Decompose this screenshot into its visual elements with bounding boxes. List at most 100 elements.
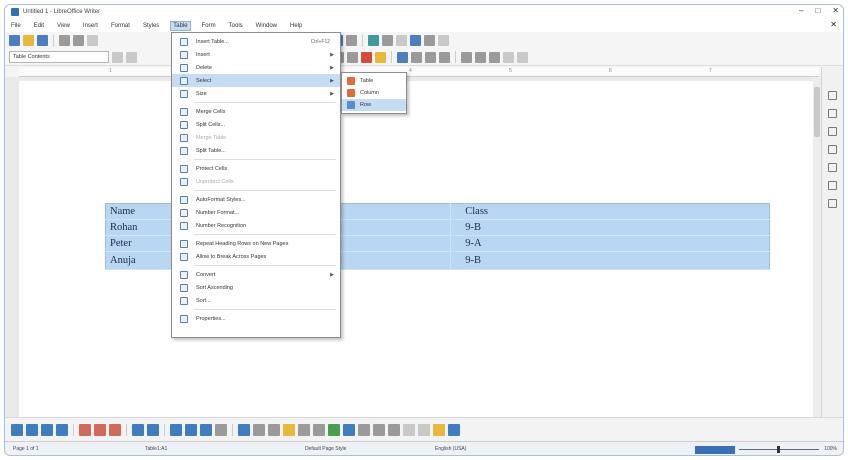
menu-table[interactable]: Table (170, 20, 191, 31)
sort-icon[interactable] (418, 423, 430, 436)
merge-cells-icon[interactable] (170, 423, 182, 436)
horizontal-ruler[interactable]: 1 2 3 4 5 6 7 (19, 67, 819, 77)
table-menu-item[interactable]: Sort... (172, 294, 340, 307)
insert-rows-below-icon[interactable] (26, 423, 38, 436)
table-cell[interactable]: 9-A (450, 235, 770, 252)
table-menu-item[interactable]: Protect Cells (172, 162, 340, 175)
special-character-icon[interactable] (346, 35, 357, 46)
split-cells-icon[interactable] (185, 423, 197, 436)
new-document-icon[interactable] (9, 35, 20, 46)
menu-insert[interactable]: Insert (81, 22, 100, 30)
zoom-slider-thumb[interactable] (777, 446, 780, 453)
percent-icon[interactable] (373, 423, 385, 436)
submenu-item-column[interactable]: Column (342, 87, 406, 99)
language-indicator[interactable]: English (USA) (435, 446, 466, 452)
align-center-icon[interactable] (411, 51, 422, 63)
menu-file[interactable]: File (9, 22, 23, 30)
border-style-icon[interactable] (313, 423, 325, 436)
borders-icon[interactable] (298, 423, 310, 436)
new-style-icon[interactable] (126, 51, 137, 63)
paragraph-style-select[interactable]: Table Contents (9, 51, 109, 63)
table-menu-item[interactable]: Split Table... (172, 144, 340, 157)
navigator-icon[interactable] (828, 145, 837, 154)
table-menu-item[interactable]: Number Recognition (172, 219, 340, 232)
table-menu-item[interactable]: Size ▶ (172, 87, 340, 100)
close-document-icon[interactable]: ✕ (830, 20, 837, 29)
submenu-item-table[interactable]: Table (342, 75, 406, 87)
draw-line-icon[interactable] (424, 35, 435, 46)
table-menu-item[interactable]: Repeat Heading Rows on New Pages (172, 237, 340, 250)
split-table-icon[interactable] (200, 423, 212, 436)
table-cell[interactable]: 9-B (450, 219, 770, 236)
insert-columns-after-icon[interactable] (56, 423, 68, 436)
align-bottom-icon[interactable] (268, 423, 280, 436)
table-cell[interactable] (324, 235, 452, 252)
manage-changes-icon[interactable] (828, 181, 837, 190)
table-cell[interactable] (324, 251, 452, 270)
menu-window[interactable]: Window (254, 22, 279, 30)
indent-icon[interactable] (503, 51, 514, 63)
insert-rows-above-icon[interactable] (11, 423, 23, 436)
submenu-item-row[interactable]: Row (342, 99, 406, 111)
table-menu-item[interactable]: Sort Ascending (172, 281, 340, 294)
number-format-icon[interactable] (343, 423, 355, 436)
table-menu-item[interactable]: Delete ▶ (172, 61, 340, 74)
delete-table-icon[interactable] (109, 423, 121, 436)
table-cell[interactable]: 9-B (450, 251, 770, 270)
italic-icon[interactable] (347, 51, 358, 63)
comment-icon[interactable] (396, 35, 407, 46)
track-changes-icon[interactable] (410, 35, 421, 46)
table-properties-icon[interactable] (448, 423, 460, 436)
table-menu-item[interactable]: AutoFormat Styles... (172, 193, 340, 206)
insert-caption-icon[interactable] (403, 423, 415, 436)
align-right-icon[interactable] (425, 51, 436, 63)
sum-icon[interactable] (433, 423, 445, 436)
numbering-icon[interactable] (475, 51, 486, 63)
styles-icon[interactable] (828, 109, 837, 118)
table-menu-item[interactable]: Properties... (172, 312, 340, 325)
preview-icon[interactable] (87, 35, 98, 46)
table-menu-item[interactable]: Select ▶ (172, 74, 340, 87)
maximize-icon[interactable]: □ (815, 6, 820, 15)
font-color-icon[interactable] (361, 51, 372, 63)
properties-icon[interactable] (828, 91, 837, 100)
menu-form[interactable]: Form (200, 22, 218, 30)
menu-format[interactable]: Format (109, 22, 132, 30)
optimize-size-icon[interactable] (215, 423, 227, 436)
line-spacing-icon[interactable] (517, 51, 528, 63)
menu-styles[interactable]: Styles (141, 22, 161, 30)
minimize-icon[interactable]: – (799, 6, 803, 15)
table-cell[interactable]: Class (450, 203, 770, 220)
close-icon[interactable]: ✕ (832, 6, 839, 15)
table-cell[interactable] (324, 219, 452, 236)
table-menu-item[interactable]: Number Format... (172, 206, 340, 219)
select-cell-icon[interactable] (147, 423, 159, 436)
menu-tools[interactable]: Tools (227, 22, 245, 30)
table-menu-item[interactable]: Insert Table... Ctrl+F12 (172, 35, 340, 48)
page-style[interactable]: Default Page Style (305, 446, 346, 452)
delete-columns-icon[interactable] (94, 423, 106, 436)
highlight-color-icon[interactable] (375, 51, 386, 63)
justify-icon[interactable] (439, 51, 450, 63)
select-table-icon[interactable] (132, 423, 144, 436)
vertical-scrollbar[interactable] (813, 77, 821, 417)
align-left-icon[interactable] (397, 51, 408, 63)
bullets-icon[interactable] (461, 51, 472, 63)
zoom-level[interactable]: 100% (824, 446, 837, 452)
footnote-icon[interactable] (382, 35, 393, 46)
page-icon[interactable] (828, 163, 837, 172)
print-icon[interactable] (73, 35, 84, 46)
table-cell-color-icon[interactable] (283, 423, 295, 436)
table-menu-item[interactable]: Insert ▶ (172, 48, 340, 61)
insert-columns-icon[interactable] (41, 423, 53, 436)
save-icon[interactable] (37, 35, 48, 46)
table-menu-item[interactable]: Split Cells... (172, 118, 340, 131)
view-layout-icon[interactable] (695, 446, 735, 454)
align-center-vert-icon[interactable] (253, 423, 265, 436)
table-menu-item[interactable]: Allow to Break Across Pages (172, 250, 340, 263)
menu-view[interactable]: View (55, 22, 72, 30)
align-top-icon[interactable] (238, 423, 250, 436)
design-icon[interactable] (828, 199, 837, 208)
update-style-icon[interactable] (112, 51, 123, 63)
hyperlink-icon[interactable] (368, 35, 379, 46)
